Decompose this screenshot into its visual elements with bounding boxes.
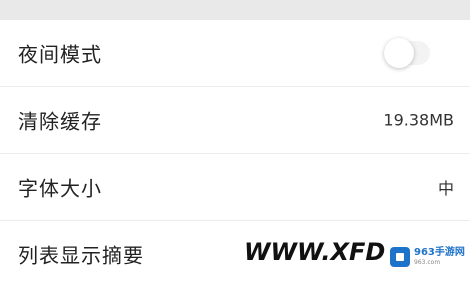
- toggle-knob: [384, 38, 414, 68]
- setting-label-night-mode: 夜间模式: [18, 42, 102, 67]
- cache-size-value: 19.38MB: [383, 110, 454, 130]
- top-strip: [0, 0, 470, 20]
- setting-row-clear-cache[interactable]: 清除缓存 19.38MB: [0, 87, 470, 154]
- 963-logo-icon: [390, 247, 410, 267]
- watermark-logo-sub: 963.com: [414, 259, 441, 266]
- settings-page: 夜间模式 清除缓存 19.38MB 字体大小 中 列表显示摘要 WWW.XFDO…: [0, 0, 470, 288]
- setting-label-clear-cache: 清除缓存: [18, 109, 102, 134]
- watermark-logo-title: 963手游网: [414, 247, 465, 258]
- setting-row-night-mode[interactable]: 夜间模式: [0, 20, 470, 87]
- font-size-value: 中: [437, 179, 454, 198]
- setting-label-font-size: 字体大小: [18, 176, 102, 201]
- setting-row-font-size[interactable]: 字体大小 中: [0, 154, 470, 221]
- watermark-logo: 963手游网 963.com: [386, 240, 470, 274]
- night-mode-toggle[interactable]: [384, 38, 430, 68]
- setting-label-list-summary: 列表显示摘要: [18, 243, 144, 268]
- watermark-logo-text: 963手游网 963.com: [414, 248, 465, 266]
